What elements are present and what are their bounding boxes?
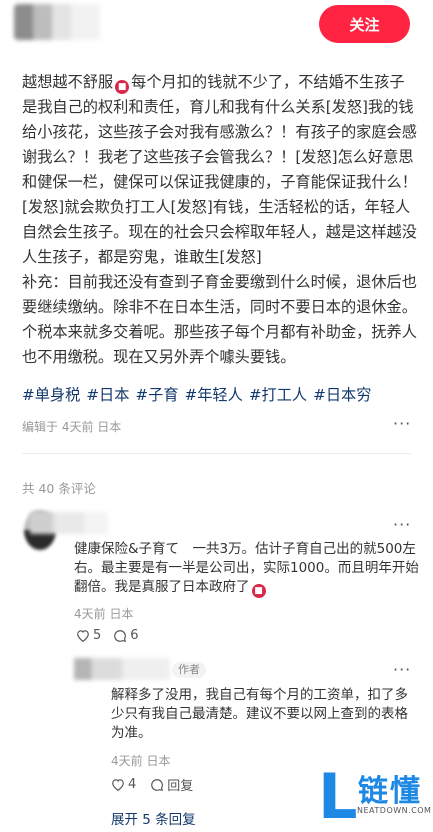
comment-count: 共 40 条评论	[22, 481, 96, 496]
angry-emoji-icon: ■	[115, 80, 130, 94]
reply-count-button[interactable]: 6	[113, 628, 139, 643]
angry-emoji-icon: ■	[251, 584, 266, 598]
reply-label: 回复	[167, 779, 194, 794]
more-icon[interactable]: ···	[393, 515, 411, 534]
like-button[interactable]: 4	[111, 777, 136, 792]
tag-link[interactable]: #打工人	[249, 386, 307, 404]
heart-icon	[112, 779, 124, 791]
post-tags: #单身税 #日本 #子育 #年轻人 #打工人 #日本穷	[22, 383, 418, 407]
post-content: 越想越不舒服 ■ 每个月扣的钱就不少了，不结婚不生孩子是我自己的权利和责任，育儿和我…	[22, 70, 418, 370]
post-text-rest: 每个月扣的钱就不少了，不结婚不生孩子是我自己的权利和责任，育儿和我有什么关系[发…	[22, 73, 417, 366]
like-button[interactable]: 5	[76, 628, 101, 643]
expand-replies-link[interactable]: 展开 5 条回复	[111, 808, 196, 828]
post-text-start: 越想越不舒服	[22, 73, 114, 91]
author-avatar-blurred[interactable]	[14, 4, 100, 40]
tag-link[interactable]: #单身税	[22, 386, 80, 404]
heart-icon	[77, 630, 89, 642]
comment-actions: 5 6	[76, 628, 139, 643]
reply-actions: 4 回复	[111, 775, 193, 794]
comment-icon	[151, 778, 164, 791]
tag-link[interactable]: #年轻人	[185, 386, 243, 404]
comment-body: 健康保险&子育て 一共3万。估计子育自己出的就500左右。最主要是有一半是公司出…	[74, 541, 419, 595]
divider	[22, 453, 411, 454]
like-count: 4	[128, 777, 137, 792]
post-header: 关注	[0, 0, 433, 46]
post-meta: 编辑于 4天前 日本	[22, 420, 122, 434]
tag-link[interactable]: #日本穷	[313, 386, 371, 404]
replier-avatar-blurred[interactable]	[74, 658, 170, 680]
author-badge: 作者	[172, 662, 206, 678]
like-count: 5	[93, 628, 102, 643]
reply-button[interactable]: 回复	[150, 775, 193, 794]
reply-time: 4天前 日本	[111, 754, 171, 768]
commenter-name-blurred	[30, 512, 108, 534]
comment-text: 健康保险&子育て 一共3万。估计子育自己出的就500左右。最主要是有一半是公司出…	[74, 540, 419, 598]
comment-time: 4天前 日本	[74, 607, 134, 621]
follow-button[interactable]: 关注	[319, 5, 410, 43]
tag-link[interactable]: #子育	[135, 386, 178, 404]
watermark-subtext: NEATDOWN.COM	[357, 806, 432, 815]
comment-icon	[114, 629, 127, 642]
more-icon[interactable]: ···	[393, 414, 411, 433]
more-icon[interactable]: ···	[393, 660, 411, 679]
watermark-letter: L	[318, 760, 358, 830]
reply-count: 6	[130, 628, 139, 643]
tag-link[interactable]: #日本	[86, 386, 129, 404]
watermark-text: 链懂	[358, 774, 422, 809]
reply-text: 解释多了没用，我自己有每个月的工资单，扣了多少只有我自己最清楚。建议不要以网上查…	[111, 687, 408, 741]
